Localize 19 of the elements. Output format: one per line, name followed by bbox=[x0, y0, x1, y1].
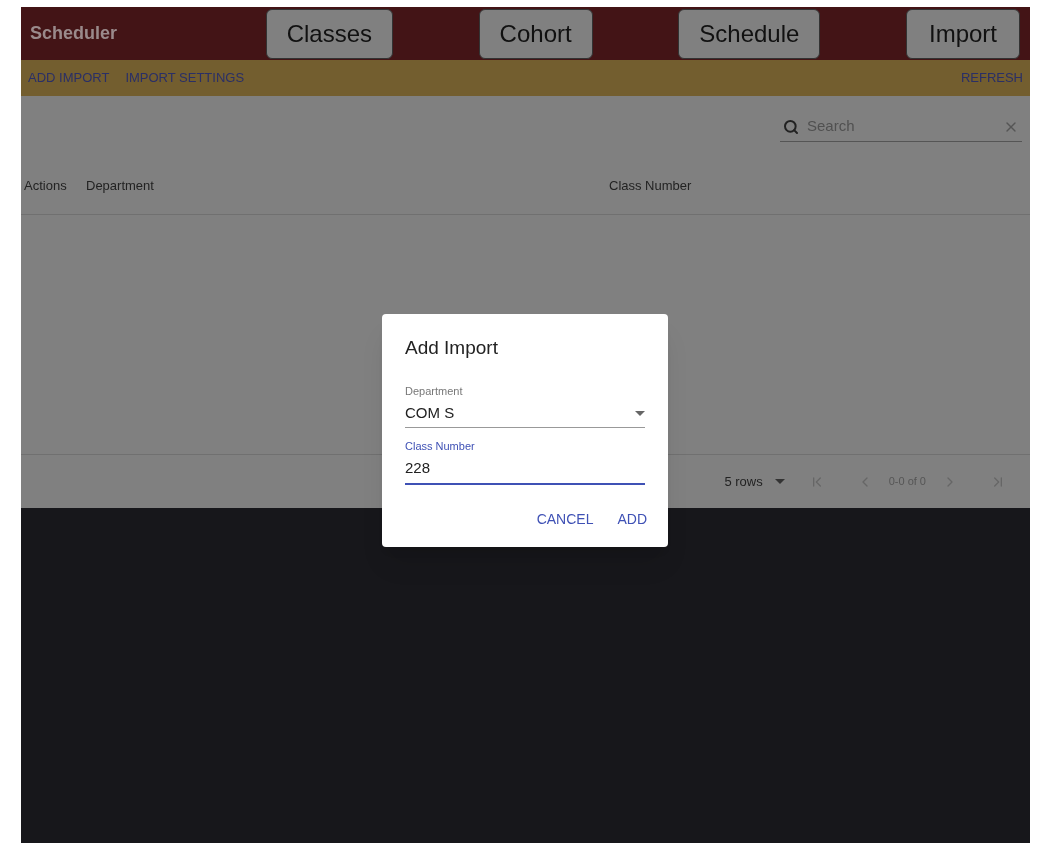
dialog-title: Add Import bbox=[405, 336, 499, 360]
nav-button[interactable]: Import bbox=[906, 8, 1020, 59]
dropdown-caret-icon bbox=[774, 479, 785, 484]
nav-button[interactable]: Classes bbox=[265, 8, 393, 59]
column-header: Department bbox=[86, 177, 155, 196]
column-header: Class Number bbox=[609, 177, 692, 196]
class-number-field[interactable]: Class Number 228 bbox=[405, 438, 645, 485]
app-title: Scheduler bbox=[30, 22, 119, 45]
department-select[interactable]: Department COM S bbox=[405, 382, 645, 428]
dropdown-caret-icon bbox=[635, 410, 645, 416]
search-icon bbox=[783, 118, 799, 135]
field-label: Department bbox=[405, 383, 464, 399]
column-header: Actions bbox=[24, 177, 68, 196]
dialog-button[interactable]: ADD bbox=[609, 502, 655, 536]
field-label: Class Number bbox=[405, 439, 476, 454]
nav-button[interactable]: Cohort bbox=[478, 8, 593, 59]
dialog-button[interactable]: CANCEL bbox=[528, 502, 602, 536]
nav-button[interactable]: Schedule bbox=[678, 8, 821, 59]
rows-per-page-select[interactable]: 5 rows bbox=[724, 471, 785, 492]
